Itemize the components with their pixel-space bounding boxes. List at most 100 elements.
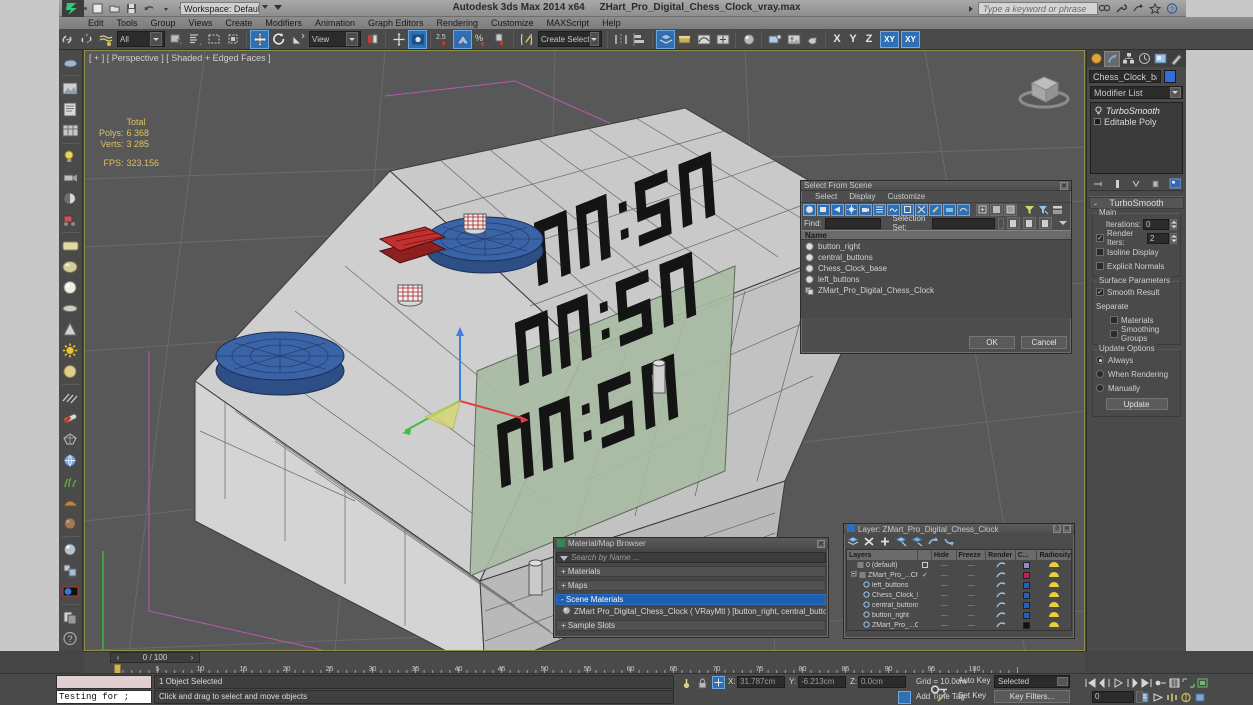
column-color[interactable]: C... bbox=[1016, 550, 1038, 560]
display-cameras-icon[interactable] bbox=[859, 203, 872, 216]
capsule-pill-icon[interactable] bbox=[61, 408, 81, 428]
find-input[interactable] bbox=[824, 217, 882, 229]
radiosity-icon[interactable] bbox=[1048, 570, 1060, 580]
scene-object-list[interactable]: button_right central_buttons Chess_Clock… bbox=[801, 240, 1071, 318]
stack-item-editable-poly[interactable]: Editable Poly bbox=[1093, 116, 1180, 127]
list-item[interactable]: central_buttons bbox=[801, 252, 1071, 263]
grass-green-icon[interactable] bbox=[61, 471, 81, 491]
separate-smoothing-row[interactable]: Smoothing Groups bbox=[1096, 325, 1177, 343]
favorites-star-icon[interactable] bbox=[1148, 1, 1161, 15]
create-new-layer-icon[interactable] bbox=[847, 535, 859, 547]
collapse-all-icon[interactable] bbox=[990, 203, 1003, 216]
render-image-icon[interactable] bbox=[61, 78, 81, 98]
sort-list-icon[interactable] bbox=[1051, 204, 1064, 216]
use-selection-center-icon[interactable] bbox=[389, 30, 408, 49]
object-color-swatch[interactable] bbox=[1164, 70, 1176, 83]
column-freeze[interactable]: Freeze bbox=[957, 550, 987, 560]
move-layer-up-icon[interactable] bbox=[927, 535, 939, 547]
layer-manager-dialog[interactable]: Layer: ZMart_Pro_Digital_Chess_Clock ? ✕… bbox=[843, 523, 1075, 639]
maxscript-mini-listener-pink[interactable] bbox=[56, 675, 152, 689]
layer-color-swatch[interactable] bbox=[1023, 591, 1031, 599]
coord-x-input[interactable]: 31.787cm bbox=[737, 676, 785, 688]
layer-color-swatch[interactable] bbox=[1023, 601, 1031, 609]
list-item[interactable]: left_buttons bbox=[801, 274, 1071, 285]
track-bar[interactable]: ‹ 0 / 100 › 5 10 15 20 25 30 35 40 45 50 55 60 65… bbox=[84, 651, 1085, 674]
render-production-icon[interactable] bbox=[803, 30, 822, 49]
spinner-snap-toggle-icon[interactable] bbox=[491, 30, 510, 49]
schematic-view-icon[interactable] bbox=[713, 30, 732, 49]
search-dropdown-icon[interactable] bbox=[560, 556, 568, 561]
view-cube[interactable] bbox=[1012, 59, 1076, 119]
isoline-display-row[interactable]: Isoline Display bbox=[1096, 246, 1177, 258]
object-name-input[interactable] bbox=[1089, 70, 1161, 83]
select-children-icon[interactable] bbox=[1004, 203, 1017, 216]
moon-shading-icon[interactable] bbox=[61, 188, 81, 208]
expand-icon[interactable] bbox=[850, 570, 857, 579]
edit-named-selection-sets-icon[interactable] bbox=[517, 30, 536, 49]
sphere-brown-icon[interactable] bbox=[61, 513, 81, 533]
menu-item-edit[interactable]: Edit bbox=[88, 18, 104, 28]
layer-color-swatch[interactable] bbox=[1023, 611, 1031, 619]
modifier-stack[interactable]: TurboSmooth Editable Poly bbox=[1090, 102, 1183, 174]
update-when-rendering-row[interactable]: When Rendering bbox=[1096, 368, 1177, 380]
render-toggle-icon[interactable] bbox=[996, 621, 1006, 630]
layer-color-swatch[interactable] bbox=[1023, 571, 1031, 579]
create-selection-set-icon[interactable] bbox=[1007, 217, 1020, 229]
move-layer-down-icon[interactable] bbox=[943, 535, 955, 547]
material-search-input[interactable]: Search by Name ... bbox=[556, 552, 826, 563]
table-row[interactable]: central_buttons — — bbox=[847, 600, 1071, 610]
stack-item-turbosmooth[interactable]: TurboSmooth bbox=[1093, 105, 1180, 116]
sort-indicator-icon[interactable]: ↓ bbox=[1064, 231, 1068, 240]
table-grid-icon[interactable] bbox=[61, 120, 81, 140]
teapot-icon[interactable] bbox=[61, 52, 81, 72]
freeze-toggle[interactable]: — bbox=[957, 582, 987, 589]
light-bulb-icon[interactable] bbox=[61, 146, 81, 166]
freeze-toggle[interactable]: — bbox=[957, 562, 987, 569]
prev-frame-arrow[interactable]: ‹ bbox=[113, 653, 123, 662]
render-toggle-icon[interactable] bbox=[996, 571, 1006, 580]
separate-smoothing-checkbox[interactable] bbox=[1110, 330, 1118, 338]
tab-motion[interactable] bbox=[1136, 51, 1152, 67]
menu-item-help[interactable]: Help bbox=[602, 18, 621, 28]
maxscript-mini-listener-input[interactable]: Testing for ; bbox=[56, 690, 152, 704]
help-circle-icon[interactable]: ? bbox=[61, 628, 81, 648]
column-render[interactable]: Render bbox=[986, 550, 1016, 560]
multi-material-icon[interactable] bbox=[61, 560, 81, 580]
menu-item-customize[interactable]: Customize bbox=[491, 18, 534, 28]
explicit-normals-row[interactable]: Explicit Normals bbox=[1096, 260, 1177, 272]
isoline-display-checkbox[interactable] bbox=[1096, 248, 1104, 256]
update-always-radio[interactable] bbox=[1096, 356, 1104, 364]
maximize-viewport-icon[interactable] bbox=[1180, 691, 1193, 704]
hide-toggle[interactable]: — bbox=[932, 562, 957, 569]
help-icon[interactable]: ? bbox=[1053, 525, 1061, 533]
ok-button[interactable]: OK bbox=[969, 336, 1015, 349]
ribbon-toggle-icon[interactable] bbox=[675, 30, 694, 49]
table-row[interactable]: Chess_Clock_ba — — bbox=[847, 590, 1071, 600]
unlink-selection-icon[interactable] bbox=[77, 30, 96, 49]
update-manually-row[interactable]: Manually bbox=[1096, 382, 1177, 394]
display-shapes-icon[interactable] bbox=[831, 203, 844, 216]
chevron-down-icon[interactable] bbox=[590, 32, 599, 46]
dialog-menu-select[interactable]: Select bbox=[815, 192, 837, 201]
modifier-list-dropdown[interactable]: Modifier List bbox=[1090, 86, 1183, 99]
tab-create[interactable] bbox=[1088, 51, 1104, 67]
chevron-down-icon[interactable] bbox=[1170, 87, 1181, 98]
orbit-icon[interactable] bbox=[1166, 691, 1179, 704]
render-toggle-icon[interactable] bbox=[996, 611, 1006, 620]
render-setup-icon[interactable] bbox=[765, 30, 784, 49]
dialog-menu-customize[interactable]: Customize bbox=[887, 192, 925, 201]
display-frozen-icon[interactable] bbox=[943, 203, 956, 216]
axis-constraint-z-button[interactable]: Z bbox=[861, 30, 877, 49]
pan-icon[interactable] bbox=[1152, 691, 1165, 704]
current-layer-check-icon[interactable]: ✓ bbox=[922, 571, 928, 579]
menu-item-graph-editors[interactable]: Graph Editors bbox=[368, 18, 424, 28]
zoom-extents-icon[interactable] bbox=[1182, 676, 1195, 689]
cone-geometry-icon[interactable] bbox=[61, 319, 81, 339]
layer-manager-icon[interactable] bbox=[656, 29, 675, 49]
smooth-result-checkbox[interactable]: ✓ bbox=[1096, 288, 1104, 296]
coord-z-input[interactable]: 0.0cm bbox=[858, 676, 906, 688]
set-key-button[interactable]: Set Key bbox=[958, 691, 986, 700]
browser-group-sample-slots[interactable]: + Sample Slots bbox=[556, 620, 826, 631]
list-item[interactable]: ZMart_Pro_Digital_Chess_Clock bbox=[801, 285, 1071, 296]
table-row[interactable]: ZMart_Pro_...Chess ✓ — — bbox=[847, 570, 1071, 580]
